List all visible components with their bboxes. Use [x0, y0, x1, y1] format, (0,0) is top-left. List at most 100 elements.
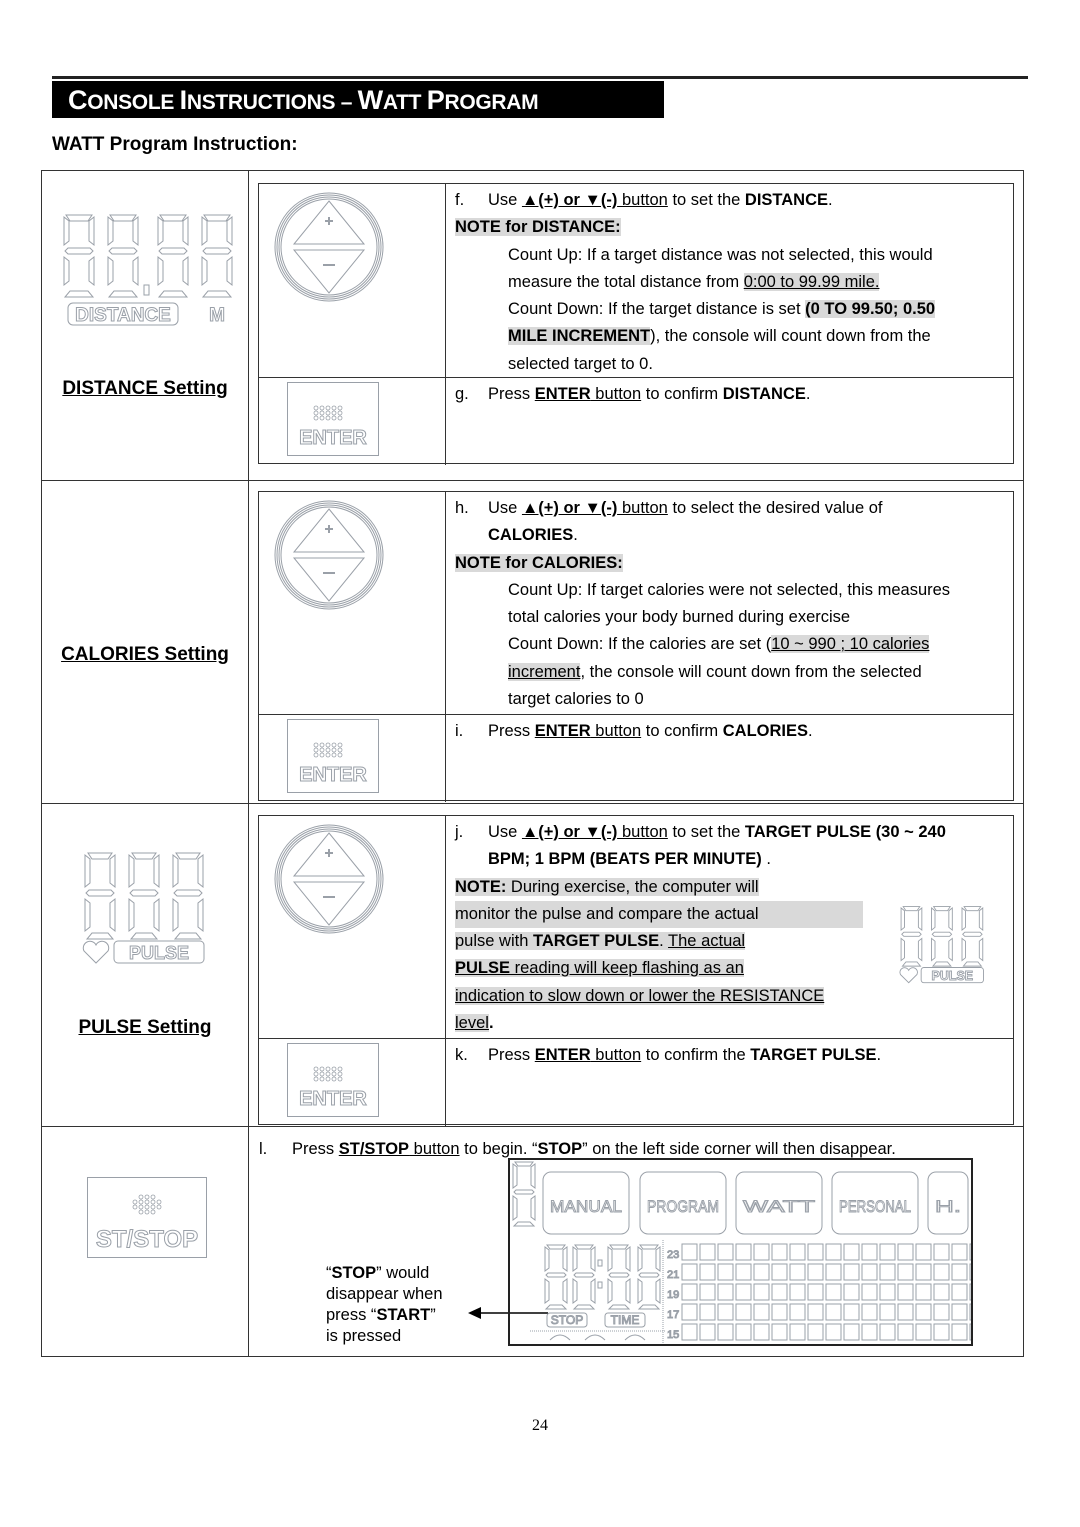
grid-cell — [897, 1283, 914, 1301]
grid-cell — [969, 1283, 971, 1301]
grid-cell — [843, 1323, 860, 1341]
grid-cell — [699, 1303, 716, 1321]
grid-cell — [879, 1263, 896, 1281]
program-tab-personal: PERSONAL — [831, 1171, 919, 1235]
distance-lcd-icon: DISTANCE M — [63, 214, 233, 327]
page-number: 24 — [532, 1417, 548, 1434]
step-h: h. Use ▲(+) or ▼(-) button to select the … — [455, 499, 883, 517]
step-g: g. Press ENTER button to confirm DISTANCE… — [455, 385, 811, 403]
grid-cell — [897, 1323, 914, 1341]
enter-button-icon[interactable]: ENTER — [287, 1043, 379, 1117]
grid-cell — [807, 1283, 824, 1301]
grid-row-label: 17 — [667, 1309, 679, 1321]
grid-cell — [807, 1263, 824, 1281]
program-tab-watt: WATT — [735, 1171, 823, 1235]
enter-button-icon[interactable]: ENTER — [287, 719, 379, 793]
svg-text:PROGRAM: PROGRAM — [647, 1197, 719, 1216]
grid-cell — [807, 1243, 824, 1261]
calories-setting-label: CALORIES Setting — [61, 644, 229, 665]
grid-cell — [897, 1303, 914, 1321]
grid-cell — [951, 1243, 968, 1261]
pulse-note: NOTE: During exercise, the computer will — [455, 877, 759, 896]
stop-callout-text: “STOP” would disappear when press “START… — [326, 1264, 443, 1345]
svg-text:ENTER: ENTER — [299, 1088, 367, 1110]
grid-cell — [807, 1303, 824, 1321]
grid-cell — [735, 1283, 752, 1301]
step-k: k. Press ENTER button to confirm the TARG… — [455, 1046, 882, 1064]
up-down-button-icon[interactable] — [273, 191, 385, 303]
grid-cell — [879, 1303, 896, 1321]
grid-cell — [843, 1243, 860, 1261]
up-down-button-icon[interactable] — [273, 823, 385, 935]
grid-cell — [933, 1243, 950, 1261]
grid-cell — [933, 1303, 950, 1321]
grid-cell — [879, 1283, 896, 1301]
note-calories-title: NOTE for CALORIES: — [455, 553, 623, 572]
grid-cell — [681, 1263, 698, 1281]
distance-instructions: f. Use ▲(+) or ▼(-) button to set the DIS… — [446, 187, 1013, 378]
program-tab-h: H. — [927, 1171, 969, 1235]
program-tab-program: PROGRAM — [639, 1171, 727, 1235]
step-j: j. Use ▲(+) or ▼(-) button to set the TAR… — [455, 823, 946, 841]
grid-cell — [789, 1303, 806, 1321]
console-lcd: MANUAL PROGRAM WATT PERSONAL H. STOP TIME 23… — [512, 1161, 971, 1344]
pulse-row: PULSE PULSE Setting ENTER j. Use ▲(+) or… — [42, 804, 1023, 1127]
svg-text:ENTER: ENTER — [299, 764, 367, 786]
grid-cell — [969, 1243, 971, 1261]
grid-cell — [789, 1243, 806, 1261]
grid-cell — [753, 1283, 770, 1301]
grid-cell — [969, 1303, 971, 1321]
grid-cell — [861, 1303, 878, 1321]
grid-cell — [771, 1323, 788, 1341]
grid-cell — [825, 1303, 842, 1321]
top-rule — [52, 76, 1028, 79]
grid-cell — [951, 1303, 968, 1321]
st-stop-button-icon[interactable]: ST/STOP — [87, 1177, 207, 1259]
svg-text:M: M — [209, 305, 225, 326]
grid-cell — [771, 1283, 788, 1301]
note-distance-title: NOTE for DISTANCE: — [455, 218, 621, 237]
distance-setting-label: DISTANCE Setting — [62, 378, 228, 399]
grid-cell — [789, 1283, 806, 1301]
grid-cell — [717, 1303, 734, 1321]
up-down-button-icon[interactable] — [273, 499, 385, 611]
svg-text:STOP: STOP — [551, 1313, 583, 1327]
grid-row-label: 21 — [667, 1269, 679, 1281]
grid-cell — [735, 1263, 752, 1281]
page-subtitle: WATT Program Instruction: — [52, 134, 298, 155]
svg-text:H.: H. — [935, 1197, 961, 1216]
grid-cell — [753, 1303, 770, 1321]
grid-cell — [843, 1263, 860, 1281]
grid-cell — [699, 1283, 716, 1301]
step-i: i. Press ENTER button to confirm CALORIES… — [455, 722, 813, 740]
section-banner: CONSOLE INSTRUCTIONS – WATT PROGRAM — [52, 81, 664, 118]
grid-cell — [825, 1283, 842, 1301]
grid-row-label: 19 — [667, 1289, 679, 1301]
grid-cell — [933, 1323, 950, 1341]
grid-cell — [717, 1323, 734, 1341]
grid-cell — [843, 1303, 860, 1321]
calories-instructions: h. Use ▲(+) or ▼(-) button to select the … — [446, 495, 1013, 713]
grid-cell — [843, 1283, 860, 1301]
grid-cell — [861, 1283, 878, 1301]
grid-cell — [717, 1263, 734, 1281]
grid-cell — [915, 1243, 932, 1261]
grid-cell — [933, 1263, 950, 1281]
grid-cell — [753, 1323, 770, 1341]
grid-cell — [753, 1263, 770, 1281]
grid-cell — [897, 1243, 914, 1261]
pulse-lcd-icon: PULSE — [82, 852, 205, 964]
grid-cell — [681, 1303, 698, 1321]
grid-cell — [861, 1243, 878, 1261]
grid-cell — [771, 1303, 788, 1321]
grid-cell — [681, 1243, 698, 1261]
step-f: f. Use ▲(+) or ▼(-) button to set the DIS… — [455, 191, 833, 209]
grid-cell — [753, 1243, 770, 1261]
enter-button-icon[interactable]: ENTER — [287, 382, 379, 456]
grid-cell — [915, 1323, 932, 1341]
grid-cell — [699, 1263, 716, 1281]
grid-row-label: 23 — [667, 1249, 679, 1261]
svg-text:PULSE: PULSE — [932, 969, 974, 983]
grid-cell — [951, 1323, 968, 1341]
grid-cell — [771, 1243, 788, 1261]
